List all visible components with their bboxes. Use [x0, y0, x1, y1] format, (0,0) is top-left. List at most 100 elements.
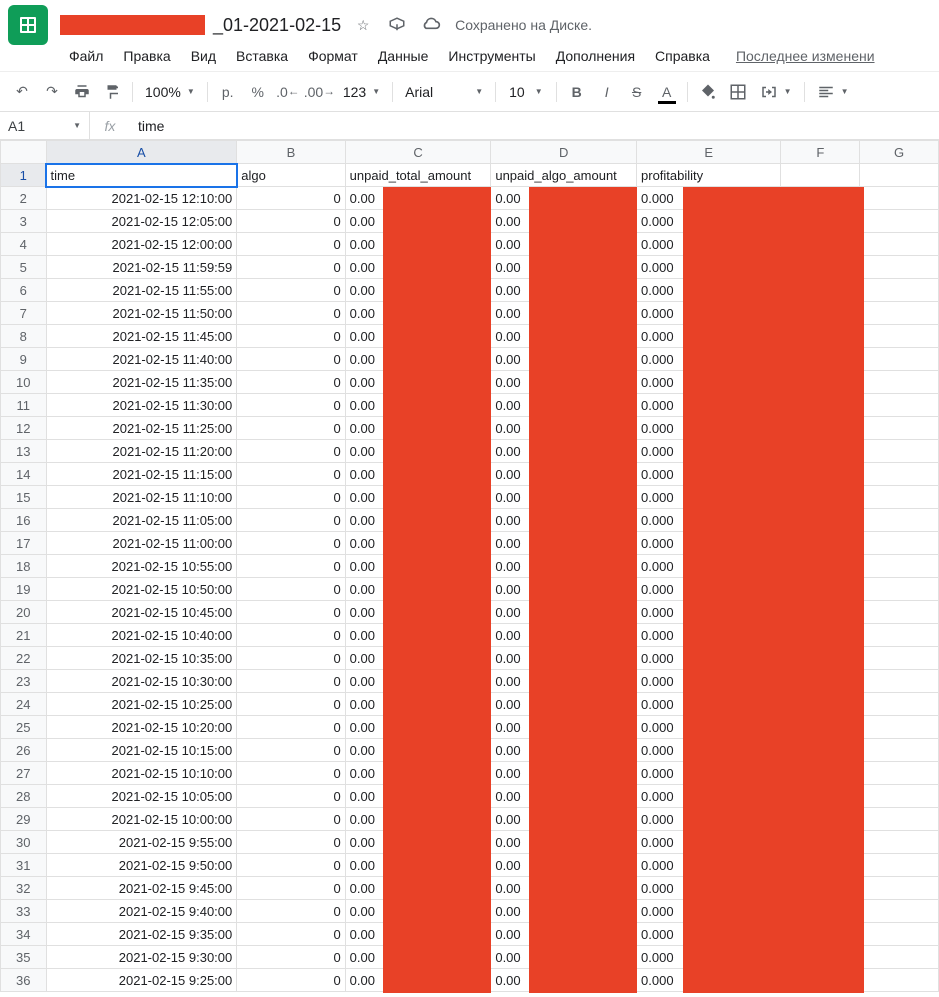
cell[interactable]: 0.000 — [637, 371, 781, 394]
cell[interactable]: 0.00 — [345, 647, 491, 670]
cell[interactable]: 0 — [237, 417, 345, 440]
cell[interactable]: 0.00 — [491, 877, 637, 900]
cell[interactable]: 0.00 — [491, 601, 637, 624]
row-header[interactable]: 5 — [1, 256, 47, 279]
cell[interactable] — [860, 187, 939, 210]
cell[interactable] — [860, 509, 939, 532]
cell[interactable]: profitability — [637, 164, 781, 187]
cell[interactable]: 0 — [237, 578, 345, 601]
cell[interactable]: 0.000 — [637, 417, 781, 440]
cell[interactable]: 0.00 — [491, 532, 637, 555]
cell[interactable]: 2021-02-15 11:50:00 — [46, 302, 237, 325]
cell[interactable]: 0.000 — [637, 233, 781, 256]
row-header[interactable]: 31 — [1, 854, 47, 877]
cell[interactable]: 0.00 — [491, 831, 637, 854]
cell[interactable] — [860, 762, 939, 785]
cell[interactable]: 2021-02-15 10:00:00 — [46, 808, 237, 831]
cell[interactable]: 2021-02-15 9:45:00 — [46, 877, 237, 900]
cell[interactable] — [781, 509, 860, 532]
row-header[interactable]: 27 — [1, 762, 47, 785]
cell[interactable] — [781, 164, 860, 187]
cell[interactable]: 2021-02-15 9:35:00 — [46, 923, 237, 946]
cell[interactable]: 2021-02-15 11:05:00 — [46, 509, 237, 532]
cell[interactable]: unpaid_total_amount — [345, 164, 491, 187]
cell[interactable]: 0.00 — [491, 969, 637, 992]
cell[interactable]: 0 — [237, 440, 345, 463]
cell[interactable]: 0 — [237, 601, 345, 624]
cell[interactable]: 0.000 — [637, 302, 781, 325]
menu-format[interactable]: Формат — [299, 44, 367, 65]
cell[interactable]: 0 — [237, 762, 345, 785]
cell[interactable]: 0 — [237, 946, 345, 969]
cell[interactable]: 2021-02-15 10:10:00 — [46, 762, 237, 785]
cell[interactable] — [860, 486, 939, 509]
cell[interactable]: 0.000 — [637, 923, 781, 946]
cell[interactable] — [781, 302, 860, 325]
cell[interactable]: 2021-02-15 11:40:00 — [46, 348, 237, 371]
cell[interactable]: 0.000 — [637, 785, 781, 808]
star-icon[interactable]: ☆ — [353, 15, 373, 35]
cell[interactable] — [781, 578, 860, 601]
row-header[interactable]: 25 — [1, 716, 47, 739]
row-header[interactable]: 28 — [1, 785, 47, 808]
cell[interactable]: 0.00 — [491, 946, 637, 969]
cell[interactable]: 0.000 — [637, 969, 781, 992]
row-header[interactable]: 15 — [1, 486, 47, 509]
cell[interactable] — [781, 831, 860, 854]
formula-bar[interactable]: time — [130, 118, 939, 134]
cell[interactable]: time — [46, 164, 237, 187]
cell[interactable] — [781, 877, 860, 900]
row-header[interactable]: 24 — [1, 693, 47, 716]
spreadsheet-grid[interactable]: A B C D E F G 1 time algo unpaid_total_a… — [0, 140, 939, 992]
cell[interactable] — [860, 578, 939, 601]
cell[interactable]: 0.00 — [491, 210, 637, 233]
cell[interactable] — [860, 808, 939, 831]
merge-button[interactable]: ▼ — [754, 78, 798, 106]
cell[interactable] — [860, 302, 939, 325]
row-header[interactable]: 13 — [1, 440, 47, 463]
cell[interactable]: 2021-02-15 10:55:00 — [46, 555, 237, 578]
col-header-D[interactable]: D — [491, 141, 637, 164]
row-header[interactable]: 9 — [1, 348, 47, 371]
cell[interactable]: 0.00 — [345, 325, 491, 348]
cell[interactable]: 0 — [237, 808, 345, 831]
cell[interactable] — [860, 693, 939, 716]
cell[interactable]: 0.00 — [345, 716, 491, 739]
cell[interactable] — [781, 946, 860, 969]
cell[interactable] — [781, 624, 860, 647]
cell[interactable]: 0.00 — [491, 233, 637, 256]
cell[interactable]: 2021-02-15 9:50:00 — [46, 854, 237, 877]
cell[interactable]: 0.00 — [491, 509, 637, 532]
cell[interactable]: 0.00 — [491, 854, 637, 877]
cell[interactable]: 0.00 — [345, 486, 491, 509]
decrease-decimal-button[interactable]: .0← — [274, 78, 302, 106]
menu-addons[interactable]: Дополнения — [547, 44, 644, 65]
cell[interactable]: 2021-02-15 9:55:00 — [46, 831, 237, 854]
cell[interactable]: 0.00 — [491, 762, 637, 785]
cell[interactable]: 0.00 — [491, 739, 637, 762]
cell[interactable] — [860, 946, 939, 969]
cell[interactable]: 0.000 — [637, 900, 781, 923]
cell[interactable]: 0.00 — [345, 256, 491, 279]
cell[interactable]: 0.00 — [491, 463, 637, 486]
cell[interactable] — [860, 417, 939, 440]
cell[interactable] — [781, 854, 860, 877]
col-header-C[interactable]: C — [345, 141, 491, 164]
cell[interactable] — [781, 693, 860, 716]
cell[interactable]: 0.000 — [637, 808, 781, 831]
cell[interactable]: 2021-02-15 10:45:00 — [46, 601, 237, 624]
cell[interactable] — [781, 463, 860, 486]
cell[interactable]: 0.000 — [637, 739, 781, 762]
cell[interactable] — [781, 440, 860, 463]
cell[interactable]: 2021-02-15 10:50:00 — [46, 578, 237, 601]
cell[interactable] — [860, 555, 939, 578]
cell[interactable] — [860, 325, 939, 348]
paint-format-button[interactable] — [98, 78, 126, 106]
cell[interactable]: 0.000 — [637, 279, 781, 302]
increase-decimal-button[interactable]: .00→ — [304, 78, 335, 106]
undo-button[interactable]: ↶ — [8, 78, 36, 106]
cell[interactable]: 0.000 — [637, 716, 781, 739]
cell[interactable]: 0.00 — [491, 279, 637, 302]
cell[interactable] — [781, 486, 860, 509]
cell[interactable]: 2021-02-15 11:59:59 — [46, 256, 237, 279]
